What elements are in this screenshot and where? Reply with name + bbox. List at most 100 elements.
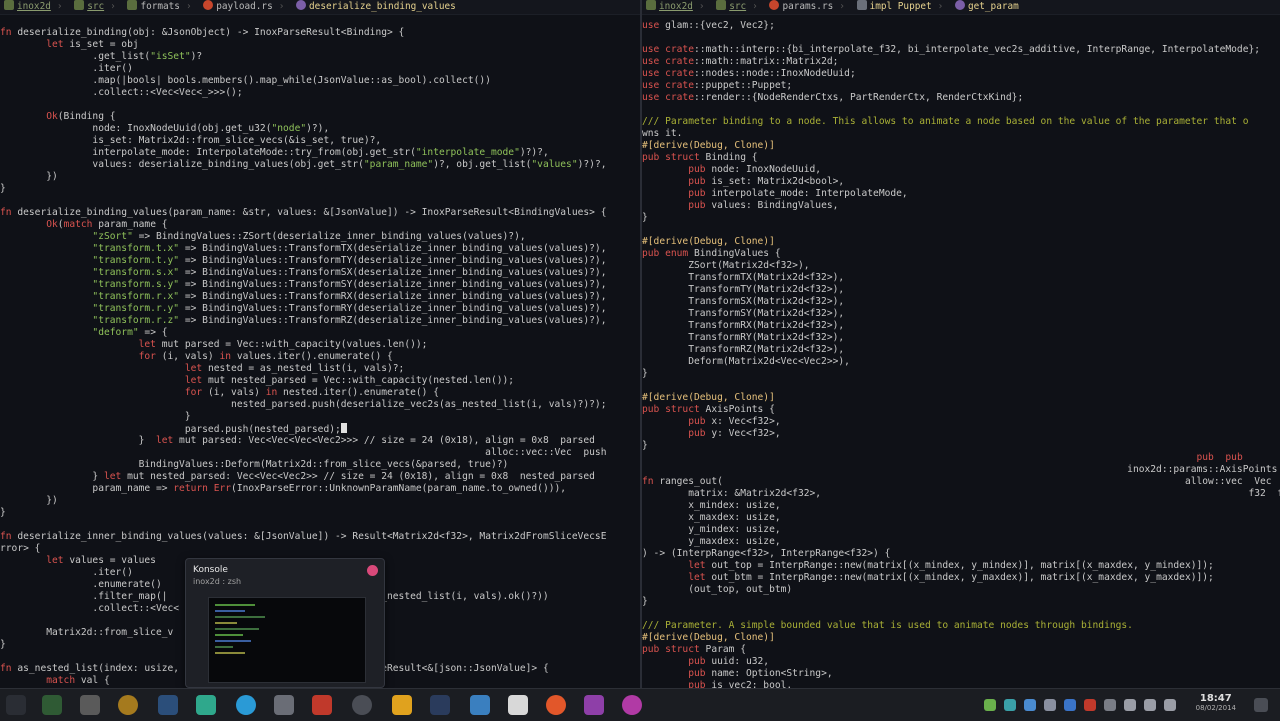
code-line[interactable]: pub node: InoxNodeUuid,: [642, 164, 1280, 176]
code-line[interactable]: #[derive(Debug, Clone)]: [642, 392, 1280, 404]
breadcrumb-item[interactable]: inox2d: [646, 0, 693, 14]
code-line[interactable]: }: [0, 411, 640, 423]
code-line[interactable]: }: [642, 596, 1280, 608]
code-line[interactable]: pub is_set: Matrix2d<bool>,: [642, 176, 1280, 188]
tray-icon[interactable]: [1064, 699, 1076, 711]
code-line[interactable]: pub struct Binding {: [642, 152, 1280, 164]
breadcrumb-item[interactable]: src: [716, 0, 746, 14]
clock[interactable]: 18:47 08/02/2014: [1196, 693, 1236, 712]
code-line[interactable]: Ok(Binding {: [0, 111, 640, 123]
code-line[interactable]: fn ranges_out( allow::vec Vec: [642, 476, 1280, 488]
code-line[interactable]: #[derive(Debug, Clone)]: [642, 632, 1280, 644]
code-line[interactable]: let mut parsed = Vec::with_capacity(valu…: [0, 339, 640, 351]
code-line[interactable]: fn deserialize_binding(obj: &JsonObject)…: [0, 27, 640, 39]
tray-icon[interactable]: [984, 699, 996, 711]
code-line[interactable]: }: [0, 183, 640, 195]
code-line[interactable]: TransformRX(Matrix2d<f32>),: [642, 320, 1280, 332]
code-line[interactable]: let out_btm = InterpRange::new(matrix[(x…: [642, 572, 1280, 584]
code-line[interactable]: [0, 519, 640, 531]
code-line[interactable]: TransformSY(Matrix2d<f32>),: [642, 308, 1280, 320]
browser-icon[interactable]: [546, 695, 566, 715]
code-line[interactable]: fn deserialize_inner_binding_values(valu…: [0, 531, 640, 543]
tray-icon[interactable]: [1024, 699, 1036, 711]
app-launcher-icon[interactable]: [6, 695, 26, 715]
code-line[interactable]: pub values: BindingValues,: [642, 200, 1280, 212]
app-icon[interactable]: [622, 695, 642, 715]
code-line[interactable]: let mut nested_parsed = Vec::with_capaci…: [0, 375, 640, 387]
code-line[interactable]: use glam::{vec2, Vec2};: [642, 20, 1280, 32]
code-line[interactable]: TransformSX(Matrix2d<f32>),: [642, 296, 1280, 308]
code-line[interactable]: pub is_vec2: bool,: [642, 680, 1280, 688]
breadcrumb-item[interactable]: src: [74, 0, 104, 14]
code-line[interactable]: .collect::<Vec<Vec<_>>>();: [0, 87, 640, 99]
code-line[interactable]: "transform.s.y" => BindingValues::Transf…: [0, 279, 640, 291]
code-line[interactable]: [642, 608, 1280, 620]
code-line[interactable]: let out_top = InterpRange::new(matrix[(x…: [642, 560, 1280, 572]
code-area-right[interactable]: use glam::{vec2, Vec2};use crate::math::…: [642, 15, 1280, 688]
code-line[interactable]: TransformTY(Matrix2d<f32>),: [642, 284, 1280, 296]
document-icon[interactable]: [508, 695, 528, 715]
code-line[interactable]: } let mut parsed: Vec<Vec<Vec<Vec2>>> //…: [0, 435, 640, 447]
code-line[interactable]: /// Parameter binding to a node. This al…: [642, 116, 1280, 128]
code-line[interactable]: x_mindex: usize,: [642, 500, 1280, 512]
code-line[interactable]: .get_list("isSet")?: [0, 51, 640, 63]
close-icon[interactable]: [367, 565, 378, 576]
breadcrumb-item[interactable]: inox2d: [4, 0, 51, 14]
vscode-icon[interactable]: [158, 695, 178, 715]
breadcrumb-item[interactable]: payload.rs: [203, 0, 273, 14]
editor-pane-right[interactable]: inox2d › src › params.rs › impl Puppet › get…: [642, 0, 1280, 688]
code-line[interactable]: fn deserialize_binding_values(param_name…: [0, 207, 640, 219]
app-icon[interactable]: [118, 695, 138, 715]
code-line[interactable]: Deform(Matrix2d<Vec<Vec2>>),: [642, 356, 1280, 368]
code-line[interactable]: }: [642, 440, 1280, 452]
chevron-up-icon[interactable]: [1164, 699, 1176, 711]
code-line[interactable]: }: [642, 212, 1280, 224]
window-thumbnail[interactable]: [208, 597, 366, 683]
code-line[interactable]: [642, 104, 1280, 116]
code-line[interactable]: pub name: Option<String>,: [642, 668, 1280, 680]
code-line[interactable]: is_set: Matrix2d::from_slice_vecs(&is_se…: [0, 135, 640, 147]
app-icon[interactable]: [312, 695, 332, 715]
show-desktop-icon[interactable]: [1254, 698, 1268, 712]
tray-icon[interactable]: [1004, 699, 1016, 711]
code-line[interactable]: BindingValues::Deform(Matrix2d::from_sli…: [0, 459, 640, 471]
code-line[interactable]: }): [0, 171, 640, 183]
code-line[interactable]: use crate::render::{NodeRenderCtxs, Part…: [642, 92, 1280, 104]
code-line[interactable]: }): [0, 495, 640, 507]
tray-icon[interactable]: [1104, 699, 1116, 711]
code-line[interactable]: alloc::vec::Vec push: [0, 447, 640, 459]
tray-icon[interactable]: [1044, 699, 1056, 711]
code-line[interactable]: use crate::math::interp::{bi_interpolate…: [642, 44, 1280, 56]
code-line[interactable]: y_maxdex: usize,: [642, 536, 1280, 548]
code-line[interactable]: nested_parsed.push(deserialize_vec2s(as_…: [0, 399, 640, 411]
breadcrumb-item[interactable]: impl Puppet: [856, 0, 932, 14]
code-line[interactable]: inox2d::params::AxisPoints: [642, 464, 1280, 476]
code-line[interactable]: "transform.t.y" => BindingValues::Transf…: [0, 255, 640, 267]
code-line[interactable]: [0, 99, 640, 111]
code-line[interactable]: pub uuid: u32,: [642, 656, 1280, 668]
code-line[interactable]: ) -> (InterpRange<f32>, InterpRange<f32>…: [642, 548, 1280, 560]
code-line[interactable]: [642, 32, 1280, 44]
app-icon[interactable]: [196, 695, 216, 715]
breadcrumb-item[interactable]: params.rs: [769, 0, 833, 14]
telegram-icon[interactable]: [236, 695, 256, 715]
code-line[interactable]: "transform.r.y" => BindingValues::Transf…: [0, 303, 640, 315]
files-icon[interactable]: [80, 695, 100, 715]
code-line[interactable]: TransformRZ(Matrix2d<f32>),: [642, 344, 1280, 356]
code-line[interactable]: y_mindex: usize,: [642, 524, 1280, 536]
code-line[interactable]: let is_set = obj: [0, 39, 640, 51]
code-line[interactable]: "transform.t.x" => BindingValues::Transf…: [0, 243, 640, 255]
app-icon[interactable]: [392, 695, 412, 715]
code-line[interactable]: rror> {: [0, 543, 640, 555]
code-line[interactable]: pub struct Param {: [642, 644, 1280, 656]
code-line[interactable]: use crate::math::matrix::Matrix2d;: [642, 56, 1280, 68]
code-line[interactable]: "transform.s.x" => BindingValues::Transf…: [0, 267, 640, 279]
pin-icon[interactable]: [42, 695, 62, 715]
app-icon[interactable]: [584, 695, 604, 715]
code-line[interactable]: pub interpolate_mode: InterpolateMode,: [642, 188, 1280, 200]
code-line[interactable]: parsed.push(nested_parsed);: [0, 423, 640, 435]
tray-icon[interactable]: [1084, 699, 1096, 711]
code-line[interactable]: (out_top, out_btm): [642, 584, 1280, 596]
code-line[interactable]: Ok(match param_name {: [0, 219, 640, 231]
code-line[interactable]: #[derive(Debug, Clone)]: [642, 140, 1280, 152]
